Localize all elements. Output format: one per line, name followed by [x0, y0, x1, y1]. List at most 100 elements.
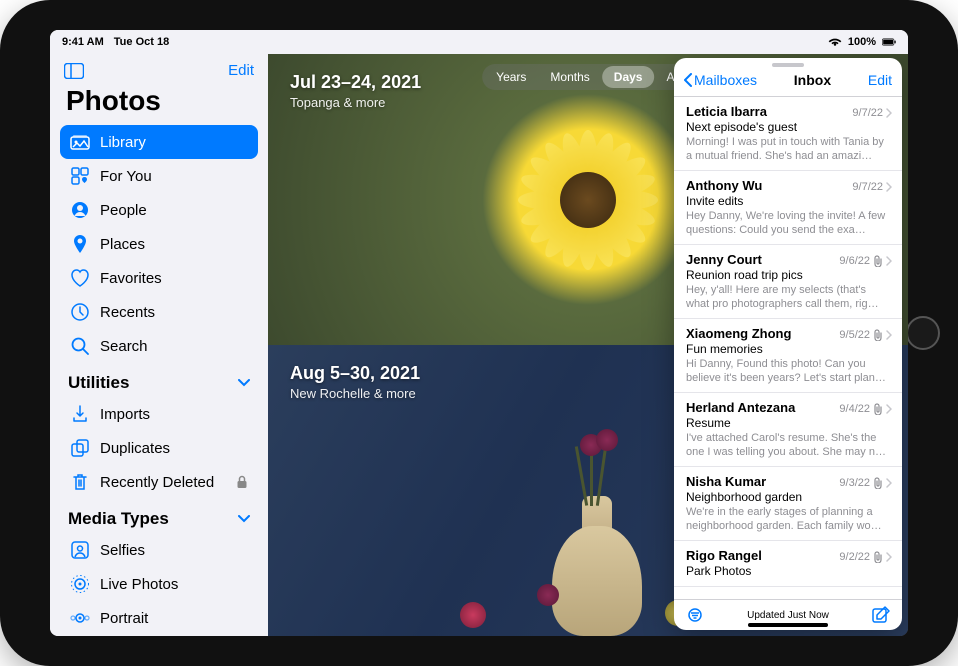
mail-date: 9/4/22	[839, 403, 892, 415]
sidebar-item-search[interactable]: Search	[60, 329, 258, 363]
sidebar-item-places[interactable]: Places	[60, 227, 258, 261]
battery-icon	[882, 37, 896, 47]
home-button[interactable]	[906, 316, 940, 350]
sidebar-item-label: Library	[100, 134, 146, 151]
mail-back-label: Mailboxes	[694, 72, 757, 88]
chevron-right-icon	[886, 108, 892, 118]
mail-date: 9/5/22	[839, 329, 892, 341]
mail-updated-label: Updated Just Now	[747, 610, 829, 621]
mail-slideover: Mailboxes Inbox Edit Leticia Ibarra 9/7/…	[674, 58, 902, 630]
chevron-right-icon	[886, 404, 892, 414]
sidebar-item-label: Live Photos	[100, 576, 178, 593]
ipad-frame: 9:41 AM Tue Oct 18 100% Ed	[0, 0, 958, 666]
trash-icon	[70, 472, 90, 492]
sidebar-item-label: Duplicates	[100, 440, 170, 457]
chevron-down-icon	[238, 515, 250, 523]
mail-sender: Leticia Ibarra	[686, 104, 767, 119]
compose-button[interactable]	[872, 606, 890, 624]
sidebar-item-label: Recents	[100, 304, 155, 321]
mail-subject: Resume	[686, 416, 892, 430]
livephotos-icon	[70, 574, 90, 594]
sidebar-item-duplicates[interactable]: Duplicates	[60, 431, 258, 465]
filter-button[interactable]	[686, 608, 704, 622]
attachment-icon	[873, 551, 883, 563]
foryou-icon	[70, 166, 90, 186]
mail-sender: Nisha Kumar	[686, 474, 766, 489]
time-segment-control[interactable]: YearsMonthsDaysAll	[482, 64, 694, 90]
mail-edit-button[interactable]: Edit	[868, 72, 892, 88]
mail-subject: Invite edits	[686, 194, 892, 208]
lock-icon	[236, 475, 248, 489]
duplicates-icon	[70, 438, 90, 458]
favorites-icon	[70, 268, 90, 288]
sidebar-section-utilities[interactable]: Utilities	[60, 363, 258, 397]
sidebar-section-media-types[interactable]: Media Types	[60, 499, 258, 533]
chevron-right-icon	[886, 552, 892, 562]
mail-back-button[interactable]: Mailboxes	[684, 72, 757, 88]
segment-months[interactable]: Months	[538, 66, 601, 88]
mail-subject: Neighborhood garden	[686, 490, 892, 504]
mail-item[interactable]: Herland Antezana 9/4/22 Resume I've atta…	[674, 393, 902, 467]
sidebar-item-label: Favorites	[100, 270, 162, 287]
sidebar-toggle-icon[interactable]	[64, 63, 84, 79]
portrait-icon	[70, 608, 90, 628]
recents-icon	[70, 302, 90, 322]
attachment-icon	[873, 477, 883, 489]
mail-subject: Park Photos	[686, 564, 892, 578]
mail-preview: Hey, y'all! Here are my selects (that's …	[686, 283, 892, 311]
mail-item[interactable]: Nisha Kumar 9/3/22 Neighborhood garden W…	[674, 467, 902, 541]
flower-illustration	[498, 110, 678, 290]
mail-subject: Fun memories	[686, 342, 892, 356]
wifi-icon	[828, 37, 842, 47]
mail-sender: Xiaomeng Zhong	[686, 326, 791, 341]
status-date: Tue Oct 18	[114, 36, 169, 48]
sidebar-item-selfies[interactable]: Selfies	[60, 533, 258, 567]
status-time: 9:41 AM	[62, 36, 104, 48]
sidebar-item-library[interactable]: Library	[60, 125, 258, 159]
sidebar-edit-button[interactable]: Edit	[228, 62, 254, 79]
sidebar-item-portrait[interactable]: Portrait	[60, 601, 258, 635]
sidebar-item-recently-deleted[interactable]: Recently Deleted	[60, 465, 258, 499]
sidebar-item-label: Portrait	[100, 610, 148, 627]
mail-item[interactable]: Leticia Ibarra 9/7/22 Next episode's gue…	[674, 97, 902, 171]
mail-sender: Anthony Wu	[686, 178, 762, 193]
mail-item[interactable]: Jenny Court 9/6/22 Reunion road trip pic…	[674, 245, 902, 319]
mail-sender: Herland Antezana	[686, 400, 795, 415]
mail-subject: Next episode's guest	[686, 120, 892, 134]
chevron-down-icon	[238, 379, 250, 387]
mail-date: 9/3/22	[839, 477, 892, 489]
chevron-right-icon	[886, 330, 892, 340]
sidebar-item-label: Search	[100, 338, 148, 355]
mail-item[interactable]: Rigo Rangel 9/2/22 Park Photos	[674, 541, 902, 587]
mail-item[interactable]: Anthony Wu 9/7/22 Invite edits Hey Danny…	[674, 171, 902, 245]
sidebar-item-for-you[interactable]: For You	[60, 159, 258, 193]
search-icon	[70, 336, 90, 356]
sidebar-item-recents[interactable]: Recents	[60, 295, 258, 329]
mail-title: Inbox	[794, 72, 831, 88]
mail-subject: Reunion road trip pics	[686, 268, 892, 282]
sidebar-item-label: For You	[100, 168, 152, 185]
sidebar-item-label: People	[100, 202, 147, 219]
slideover-grabber[interactable]	[772, 63, 804, 67]
attachment-icon	[873, 255, 883, 267]
sidebar-item-label: Imports	[100, 406, 150, 423]
mail-preview: Hi Danny, Found this photo! Can you beli…	[686, 357, 892, 385]
sidebar-item-imports[interactable]: Imports	[60, 397, 258, 431]
people-icon	[70, 200, 90, 220]
sidebar-item-live-photos[interactable]: Live Photos	[60, 567, 258, 601]
vase-illustration	[552, 486, 642, 636]
photos-sidebar: Edit Photos Library For You People Place…	[50, 54, 268, 636]
segment-days[interactable]: Days	[602, 66, 655, 88]
mail-list[interactable]: Leticia Ibarra 9/7/22 Next episode's gue…	[674, 97, 902, 599]
segment-years[interactable]: Years	[484, 66, 538, 88]
mail-sender: Jenny Court	[686, 252, 762, 267]
home-indicator[interactable]	[748, 623, 828, 627]
sidebar-item-people[interactable]: People	[60, 193, 258, 227]
mail-date: 9/7/22	[852, 107, 892, 119]
chevron-right-icon	[886, 478, 892, 488]
chevron-right-icon	[886, 256, 892, 266]
sidebar-item-favorites[interactable]: Favorites	[60, 261, 258, 295]
mail-item[interactable]: Xiaomeng Zhong 9/5/22 Fun memories Hi Da…	[674, 319, 902, 393]
battery-percent: 100%	[848, 36, 876, 48]
sidebar-item-panoramas[interactable]: Panoramas	[60, 635, 258, 636]
